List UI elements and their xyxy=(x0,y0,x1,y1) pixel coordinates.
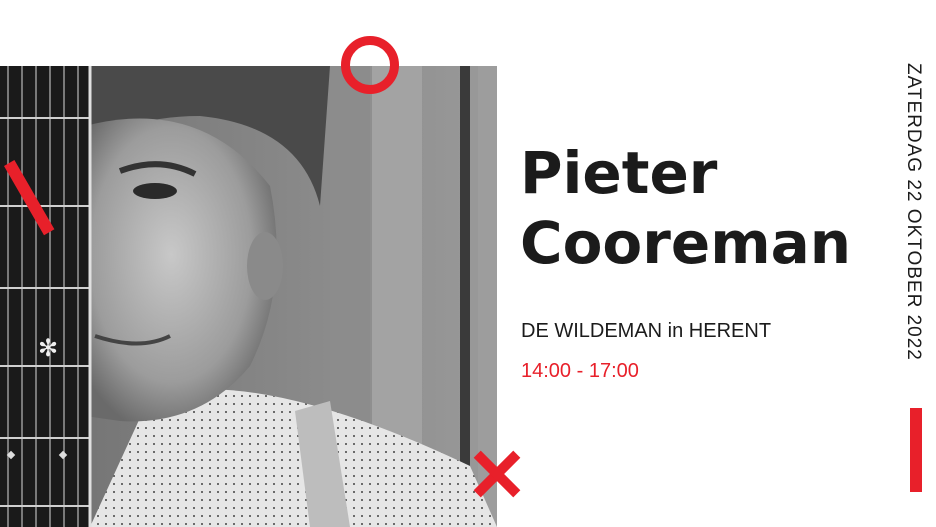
event-date: ZATERDAG 22 OKTOBER 2022 xyxy=(903,63,924,361)
artist-name-title: Pieter Cooreman xyxy=(520,138,851,278)
title-line-2: Cooreman xyxy=(520,209,852,277)
venue-text: DE WILDEMAN in HERENT xyxy=(521,320,772,342)
time-text: 14:00 - 17:00 xyxy=(521,360,639,382)
red-circle-decoration xyxy=(341,36,399,94)
artist-photo-graphic: ✻ xyxy=(0,66,497,527)
red-x-decoration xyxy=(473,450,521,498)
svg-text:✻: ✻ xyxy=(38,334,58,362)
title-line-1: Pieter xyxy=(520,139,718,207)
red-bar-decoration xyxy=(910,408,922,492)
artist-photo: ✻ xyxy=(0,66,497,527)
